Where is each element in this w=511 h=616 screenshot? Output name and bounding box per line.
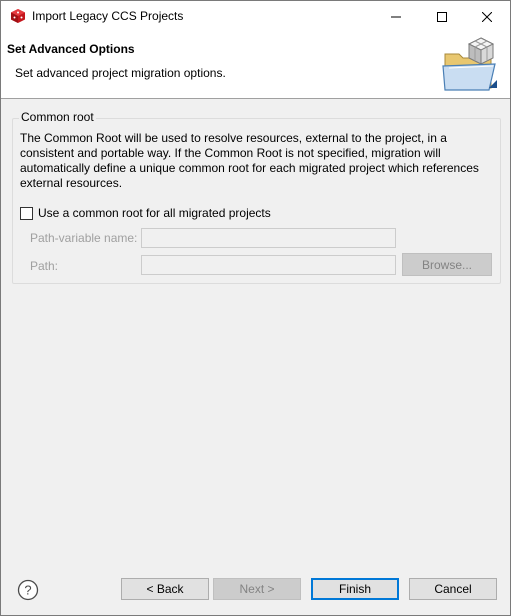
close-icon — [482, 11, 492, 22]
close-button[interactable] — [464, 1, 510, 32]
minimize-button[interactable] — [373, 1, 419, 32]
svg-text:?: ? — [24, 583, 31, 598]
browse-button[interactable]: Browse... — [402, 253, 492, 276]
use-common-root-label: Use a common root for all migrated proje… — [38, 206, 271, 220]
minimize-icon — [391, 16, 401, 17]
path-label: Path: — [30, 259, 59, 273]
maximize-button[interactable] — [419, 1, 465, 32]
next-button[interactable]: Next > — [213, 578, 301, 600]
help-icon[interactable]: ? — [17, 579, 39, 601]
back-button[interactable]: < Back — [121, 578, 209, 600]
common-root-legend: Common root — [19, 110, 96, 124]
maximize-icon — [437, 11, 447, 22]
path-variable-input[interactable] — [141, 228, 396, 248]
wizard-header: Set Advanced Options Set advanced projec… — [1, 32, 510, 99]
path-input[interactable] — [141, 255, 396, 275]
use-common-root-option[interactable]: Use a common root for all migrated proje… — [20, 206, 271, 220]
common-root-group: Common root The Common Root will be used… — [12, 110, 501, 284]
page-title: Set Advanced Options — [7, 42, 135, 56]
use-common-root-checkbox[interactable] — [20, 206, 33, 220]
cancel-button[interactable]: Cancel — [409, 578, 497, 600]
path-variable-label: Path-variable name: — [30, 231, 138, 245]
page-description: Set advanced project migration options. — [15, 66, 226, 80]
app-cube-icon — [11, 9, 25, 23]
window-title: Import Legacy CCS Projects — [32, 9, 184, 23]
import-folder-icon — [442, 37, 497, 91]
finish-button[interactable]: Finish — [311, 578, 399, 600]
import-dialog: Import Legacy CCS Projects Set Advanced … — [0, 0, 511, 616]
title-bar[interactable]: Import Legacy CCS Projects — [1, 1, 510, 32]
common-root-description: The Common Root will be used to resolve … — [20, 131, 479, 190]
